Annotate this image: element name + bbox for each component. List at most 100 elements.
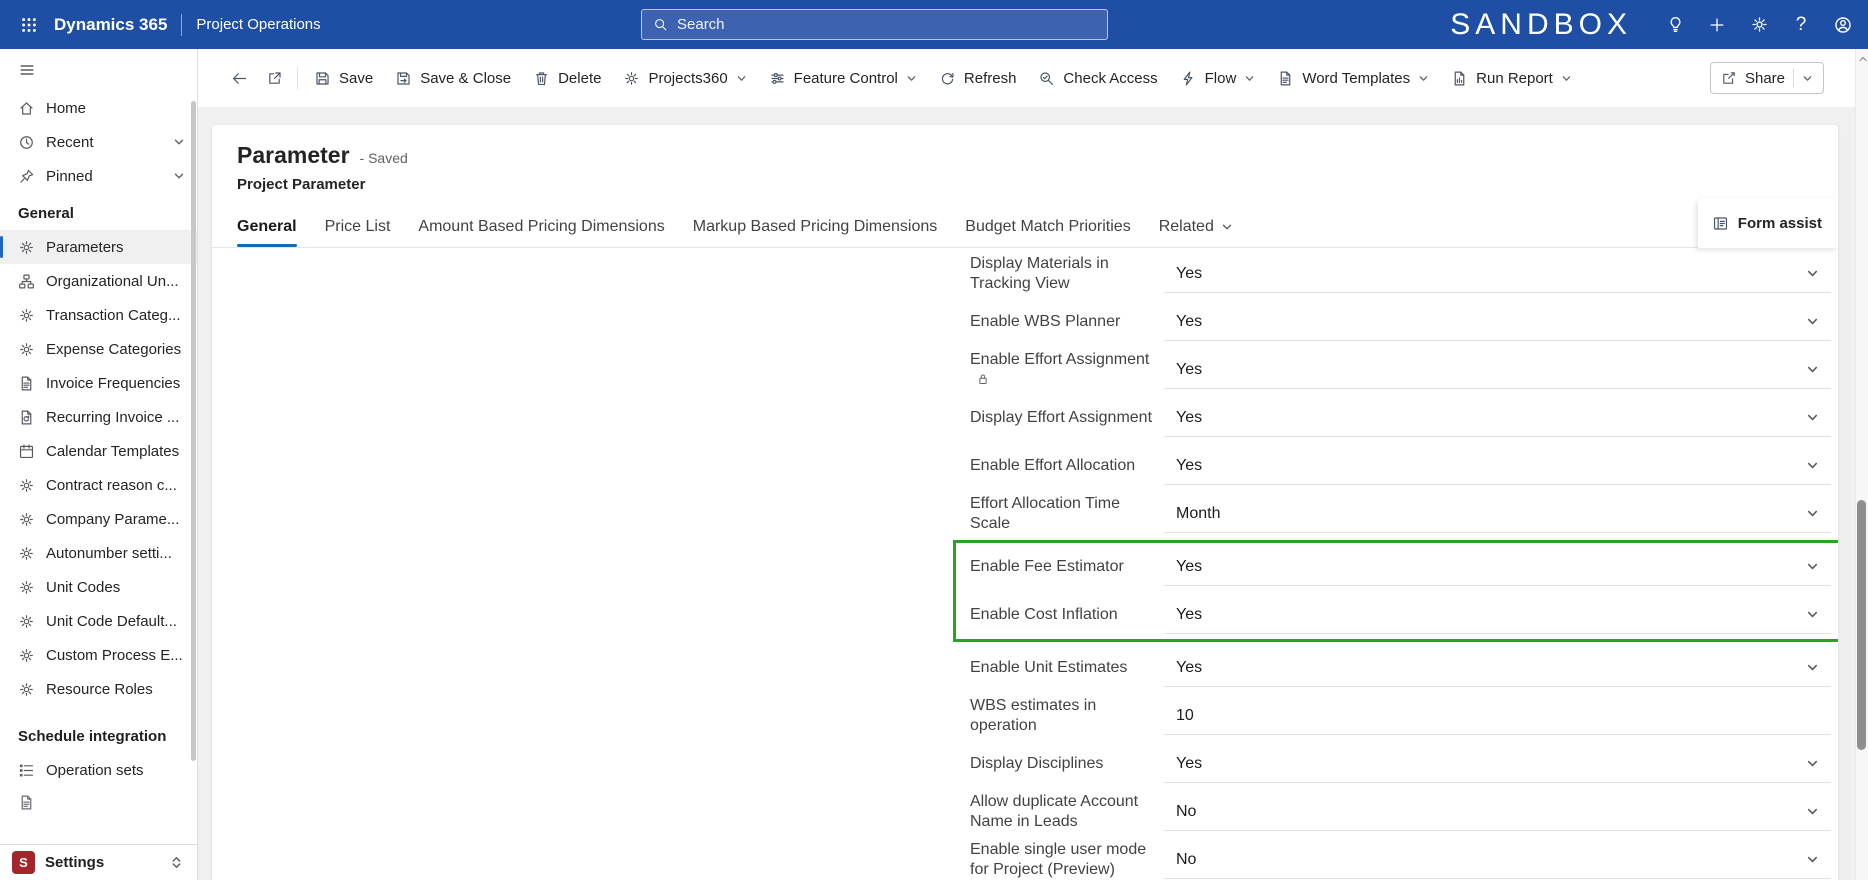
sidebar-item-autonumber-settings[interactable]: Autonumber setti... [0, 536, 197, 570]
entity-icon [18, 511, 35, 528]
search-placeholder: Search [677, 16, 725, 33]
save-status: - Saved [359, 150, 408, 166]
sidebar-item-company-parameters[interactable]: Company Parame... [0, 502, 197, 536]
record-header: Parameter - Saved Project Parameter [212, 125, 1838, 193]
tab-price-list[interactable]: Price List [325, 206, 391, 247]
chevron-down-icon [1806, 853, 1819, 866]
field-dropdown-display-effort-assignment[interactable]: Yes [1164, 399, 1831, 437]
sidebar-item-invoice-frequencies[interactable]: Invoice Frequencies [0, 366, 197, 400]
sidebar-item-unit-code-defaults[interactable]: Unit Code Default... [0, 604, 197, 638]
command-label: Refresh [963, 69, 1017, 87]
tab-amount-based-pricing-dimensions[interactable]: Amount Based Pricing Dimensions [418, 206, 664, 247]
tab-related[interactable]: Related [1159, 206, 1233, 247]
field-label: Enable WBS Planner [970, 312, 1121, 330]
sidebar-item-home[interactable]: Home [0, 91, 197, 125]
chevron-down-icon [1806, 560, 1819, 573]
feature-control-menu-button[interactable]: Feature Control [758, 59, 928, 97]
help-button[interactable]: ? [1782, 6, 1820, 44]
field-dropdown-effort-allocation-time-scale[interactable]: Month [1164, 495, 1831, 533]
save-and-close-button[interactable]: Save & Close [384, 59, 522, 97]
field-dropdown-enable-cost-inflation[interactable]: Yes [1164, 596, 1831, 634]
field-input-wbs-estimates[interactable]: 10 [1164, 697, 1831, 735]
sidebar-item-label: Home [46, 99, 87, 117]
sidebar-item-label: Unit Codes [46, 578, 121, 596]
sidebar-scrollbar-thumb[interactable] [191, 101, 196, 761]
sliders-icon [769, 70, 786, 87]
tab-markup-based-pricing-dimensions[interactable]: Markup Based Pricing Dimensions [693, 206, 938, 247]
sidebar-item-recent[interactable]: Recent [0, 125, 197, 159]
question-mark-icon: ? [1795, 13, 1807, 35]
field-dropdown-enable-wbs-planner[interactable]: Yes [1164, 303, 1831, 341]
sidebar-item-parameters[interactable]: Parameters [0, 230, 197, 264]
share-button[interactable]: Share [1709, 62, 1824, 94]
settings-button[interactable] [1740, 6, 1778, 44]
sidebar-item-custom-process[interactable]: Custom Process E... [0, 638, 197, 672]
entity-icon [18, 307, 35, 324]
field-row-enable-unit-estimates: Enable Unit Estimates Yes [970, 644, 1831, 692]
sidebar-item-partial[interactable] [0, 787, 197, 817]
chevron-down-icon [1806, 267, 1819, 280]
top-navigation-bar: Dynamics 365 Project Operations Search S… [0, 0, 1868, 49]
sidebar-collapse-button[interactable] [0, 49, 197, 91]
field-row-wbs-estimates: WBS estimates in operation 10 [970, 692, 1831, 740]
field-dropdown-display-disciplines[interactable]: Yes [1164, 745, 1831, 783]
run-report-menu-button[interactable]: Run Report [1440, 59, 1583, 97]
clock-icon [18, 134, 35, 151]
tab-general[interactable]: General [237, 206, 297, 247]
suggestions-button[interactable] [1656, 6, 1694, 44]
settings-area-switcher[interactable]: S Settings [0, 844, 197, 880]
sidebar-item-transaction-categories[interactable]: Transaction Categ... [0, 298, 197, 332]
sidebar-item-pinned[interactable]: Pinned [0, 159, 197, 193]
field-value: 10 [1176, 706, 1194, 724]
sidebar-item-expense-categories[interactable]: Expense Categories [0, 332, 197, 366]
field-dropdown-enable-effort-assignment[interactable]: Yes [1164, 351, 1831, 389]
chevron-down-icon [1806, 507, 1819, 520]
sidebar-item-resource-roles[interactable]: Resource Roles [0, 672, 197, 706]
word-templates-menu-button[interactable]: Word Templates [1266, 59, 1440, 97]
field-dropdown-allow-duplicate-account[interactable]: No [1164, 793, 1831, 831]
vertical-scrollbar[interactable] [1855, 49, 1868, 880]
area-title[interactable]: Project Operations [196, 16, 320, 33]
field-dropdown-display-materials[interactable]: Yes [1164, 255, 1831, 293]
form-assist-button[interactable]: Form assist [1697, 198, 1838, 248]
global-search-box[interactable]: Search [641, 9, 1108, 40]
field-row-display-disciplines: Display Disciplines Yes [970, 740, 1831, 788]
check-access-button[interactable]: Check Access [1027, 59, 1168, 97]
account-button[interactable] [1824, 6, 1862, 44]
projects360-menu-button[interactable]: Projects360 [612, 59, 757, 97]
sidebar-item-organizational-units[interactable]: Organizational Un... [0, 264, 197, 298]
sidebar-item-operation-sets[interactable]: Operation sets [0, 753, 197, 787]
scrollbar-thumb[interactable] [1857, 500, 1866, 750]
field-label: Display Disciplines [970, 754, 1104, 772]
entity-icon [18, 647, 35, 664]
field-dropdown-enable-unit-estimates[interactable]: Yes [1164, 649, 1831, 687]
flow-menu-button[interactable]: Flow [1169, 59, 1267, 97]
settings-label: Settings [45, 854, 105, 871]
scrollbar-up-arrow[interactable] [1857, 54, 1868, 64]
refresh-button[interactable]: Refresh [928, 59, 1028, 97]
sidebar-item-calendar-templates[interactable]: Calendar Templates [0, 434, 197, 468]
field-value: Yes [1176, 605, 1203, 623]
trash-icon [533, 70, 550, 87]
open-in-new-window-button[interactable] [257, 59, 292, 97]
entity-icon [18, 579, 35, 596]
field-label: Display Materials in Tracking View [970, 254, 1109, 292]
field-dropdown-enable-single-user-mode[interactable]: No [1164, 841, 1831, 879]
field-dropdown-enable-fee-estimator[interactable]: Yes [1164, 548, 1831, 586]
delete-button[interactable]: Delete [522, 59, 612, 97]
sidebar-item-recurring-invoice[interactable]: Recurring Invoice ... [0, 400, 197, 434]
field-label: Allow duplicate Account Name in Leads [970, 792, 1139, 830]
app-title[interactable]: Dynamics 365 [54, 15, 167, 35]
save-button[interactable]: Save [303, 59, 384, 97]
tab-budget-match-priorities[interactable]: Budget Match Priorities [965, 206, 1130, 247]
form-body: Display Materials in Tracking View Yes E… [212, 248, 1838, 880]
sidebar-item-contract-reason-codes[interactable]: Contract reason c... [0, 468, 197, 502]
sidebar-item-label: Operation sets [46, 761, 144, 779]
quick-create-button[interactable] [1698, 6, 1736, 44]
record-form-card: Parameter - Saved Project Parameter Gene… [212, 125, 1838, 880]
app-launcher-button[interactable] [10, 6, 48, 44]
field-dropdown-enable-effort-allocation[interactable]: Yes [1164, 447, 1831, 485]
sidebar-item-unit-codes[interactable]: Unit Codes [0, 570, 197, 604]
back-button[interactable] [222, 59, 257, 97]
plus-icon [1708, 16, 1726, 34]
